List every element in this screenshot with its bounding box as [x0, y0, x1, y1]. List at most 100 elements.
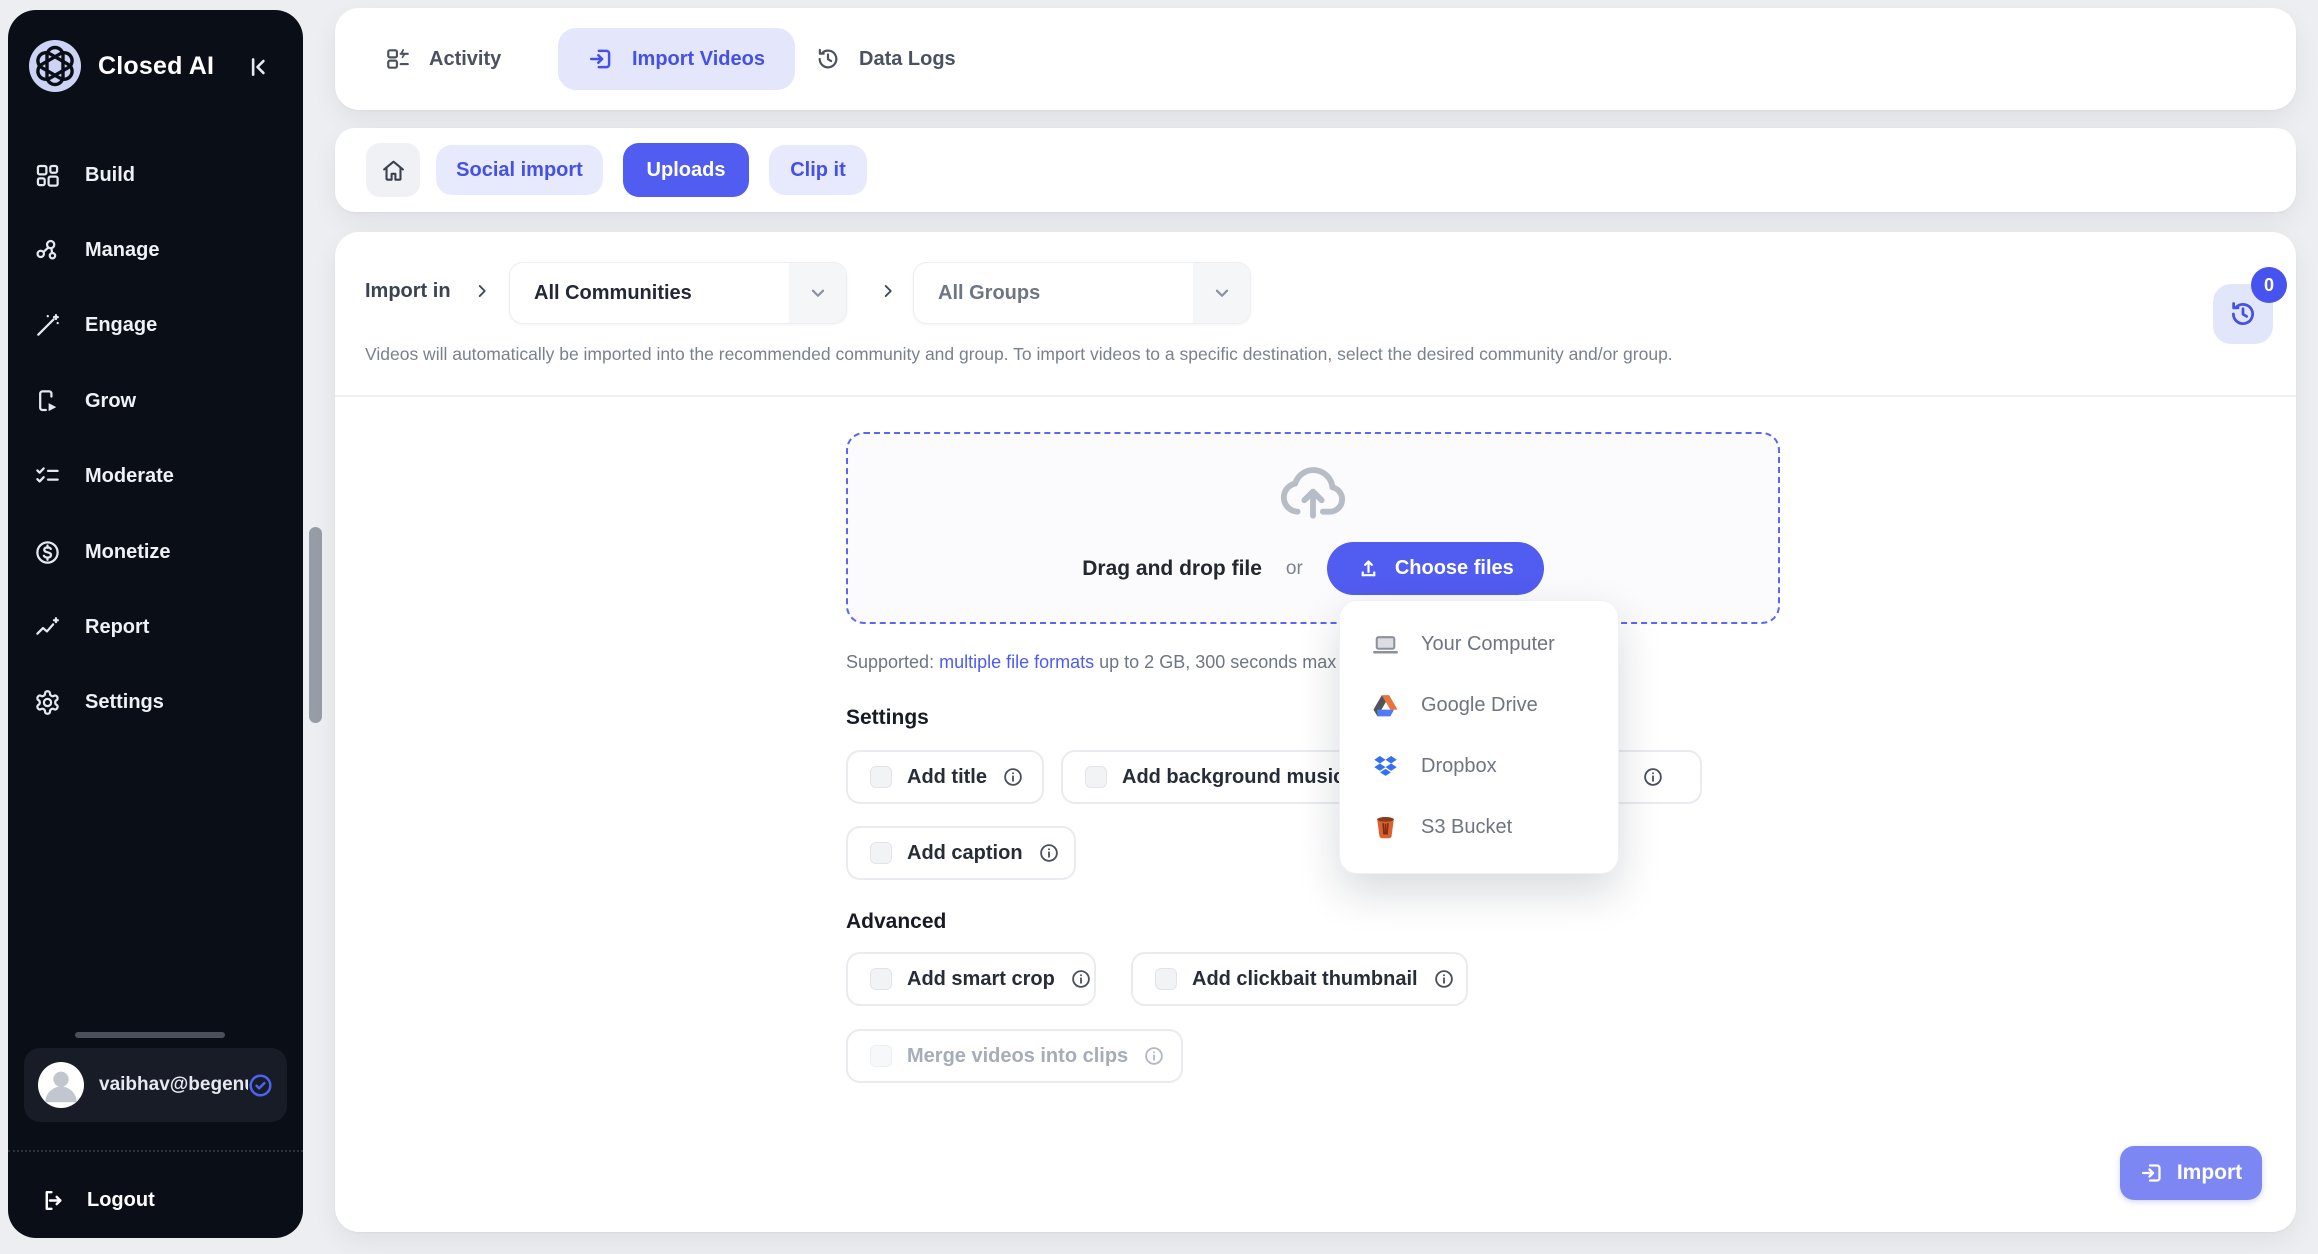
- chevron-down-icon: [789, 263, 846, 323]
- info-icon[interactable]: [1143, 1045, 1165, 1067]
- sidebar-item-moderate[interactable]: Moderate: [34, 454, 274, 498]
- gear-icon: [34, 689, 61, 716]
- sidebar-divider: [8, 1150, 303, 1152]
- chevron-down-icon: [1193, 263, 1250, 323]
- community-select[interactable]: All Communities: [509, 262, 847, 324]
- chevron-right-icon: [471, 280, 493, 302]
- source-s3-bucket[interactable]: S3 Bucket: [1340, 797, 1618, 858]
- sidebar-item-manage[interactable]: Manage: [34, 228, 274, 272]
- subnav-social-import-button[interactable]: Social import: [436, 145, 603, 195]
- checkbox[interactable]: [1085, 766, 1107, 788]
- settings-heading: Settings: [846, 706, 929, 730]
- file-dropzone[interactable]: Drag and drop file or Choose files: [846, 432, 1780, 624]
- main-panel: Import in All Communities All Groups 0 V…: [335, 232, 2296, 1232]
- sidebar: Closed AI Build Manage Engage Grow Moder…: [8, 10, 303, 1238]
- tab-label: Data Logs: [859, 48, 956, 71]
- verified-badge-icon: [248, 1073, 273, 1098]
- tab-import-videos[interactable]: Import Videos: [558, 28, 795, 90]
- file-source-menu: Your Computer Google Drive Dropbox S3 Bu…: [1339, 600, 1619, 874]
- nodes-icon: [34, 237, 61, 264]
- import-icon: [588, 46, 614, 72]
- sub-nav-bar: Social import Uploads Clip it: [335, 128, 2296, 212]
- option-label: Add background music: [1122, 766, 1344, 789]
- checkbox[interactable]: [870, 766, 892, 788]
- option-add-clickbait-thumbnail[interactable]: Add clickbait thumbnail: [1131, 952, 1468, 1006]
- supported-formats-link[interactable]: multiple file formats: [939, 652, 1094, 672]
- checkbox[interactable]: [1155, 968, 1177, 990]
- sidebar-item-label: Grow: [85, 390, 136, 413]
- user-email: vaibhav@begenu...: [99, 1074, 248, 1096]
- sidebar-item-label: Moderate: [85, 465, 174, 488]
- dropbox-icon: [1372, 753, 1399, 780]
- option-label: Merge videos into clips: [907, 1045, 1128, 1068]
- cloud-upload-icon: [1276, 454, 1350, 528]
- import-note: Videos will automatically be imported in…: [365, 344, 1673, 365]
- option-label: Add caption: [907, 842, 1023, 865]
- subnav-clip-it-button[interactable]: Clip it: [769, 145, 867, 195]
- sidebar-item-settings[interactable]: Settings: [34, 680, 274, 724]
- choose-files-button[interactable]: Choose files: [1327, 542, 1544, 595]
- sidebar-item-label: Build: [85, 164, 135, 187]
- option-add-title[interactable]: Add title: [846, 750, 1044, 804]
- dropzone-action-row: Drag and drop file or Choose files: [848, 542, 1778, 595]
- source-label: Dropbox: [1421, 755, 1497, 778]
- tab-data-logs[interactable]: Data Logs: [815, 28, 956, 90]
- sidebar-item-grow[interactable]: Grow: [34, 379, 274, 423]
- checkbox[interactable]: [870, 842, 892, 864]
- sidebar-scrollbar-thumb[interactable]: [309, 527, 322, 723]
- tab-label: Activity: [429, 48, 501, 71]
- import-submit-button[interactable]: Import: [2120, 1146, 2262, 1200]
- sidebar-item-monetize[interactable]: Monetize: [34, 530, 274, 574]
- logout-button[interactable]: Logout: [40, 1178, 260, 1222]
- sidebar-item-label: Settings: [85, 691, 164, 714]
- upload-icon: [1357, 557, 1380, 580]
- dollar-circle-icon: [34, 539, 61, 566]
- group-select[interactable]: All Groups: [913, 262, 1251, 324]
- brand-name: Closed AI: [98, 52, 214, 81]
- option-label: Add clickbait thumbnail: [1192, 968, 1418, 991]
- checkbox[interactable]: [870, 968, 892, 990]
- sidebar-drag-handle: [75, 1032, 225, 1038]
- history-clock-icon: [815, 46, 841, 72]
- avatar: [38, 1062, 84, 1108]
- info-icon[interactable]: [1642, 766, 1664, 788]
- sidebar-item-label: Manage: [85, 239, 159, 262]
- option-add-caption[interactable]: Add caption: [846, 826, 1076, 880]
- wand-icon: [34, 312, 61, 339]
- sidebar-item-report[interactable]: Report: [34, 605, 274, 649]
- source-label: S3 Bucket: [1421, 816, 1512, 839]
- option-label: Add title: [907, 766, 987, 789]
- info-icon[interactable]: [1002, 766, 1024, 788]
- home-button[interactable]: [366, 143, 420, 197]
- chart-sparkle-icon: [34, 614, 61, 641]
- user-account-chip[interactable]: vaibhav@begenu...: [24, 1048, 287, 1122]
- info-icon[interactable]: [1433, 968, 1455, 990]
- dropzone-or-label: or: [1286, 558, 1303, 580]
- supported-formats-text: Supported: multiple file formats up to 2…: [846, 652, 1336, 673]
- sidebar-item-label: Monetize: [85, 541, 171, 564]
- option-add-smart-crop[interactable]: Add smart crop: [846, 952, 1096, 1006]
- source-google-drive[interactable]: Google Drive: [1340, 675, 1618, 736]
- sidebar-collapse-button[interactable]: [245, 52, 281, 82]
- info-icon[interactable]: [1070, 968, 1092, 990]
- info-icon[interactable]: [1038, 842, 1060, 864]
- google-drive-icon: [1372, 692, 1399, 719]
- checklist-icon: [34, 463, 61, 490]
- group-select-value: All Groups: [914, 282, 1040, 305]
- subnav-uploads-button[interactable]: Uploads: [623, 143, 749, 197]
- tab-activity[interactable]: Activity: [385, 28, 501, 90]
- top-tab-bar: Activity Import Videos Data Logs: [335, 8, 2296, 110]
- source-label: Your Computer: [1421, 633, 1555, 656]
- logout-icon: [40, 1188, 65, 1213]
- sidebar-item-engage[interactable]: Engage: [34, 303, 274, 347]
- choose-files-label: Choose files: [1395, 557, 1514, 580]
- sidebar-item-build[interactable]: Build: [34, 153, 274, 197]
- import-icon: [2140, 1161, 2164, 1185]
- logout-label: Logout: [87, 1189, 155, 1212]
- closed-ai-logo-icon: [28, 39, 82, 93]
- device-play-icon: [34, 388, 61, 415]
- tab-label: Import Videos: [632, 48, 765, 71]
- source-your-computer[interactable]: Your Computer: [1340, 614, 1618, 675]
- source-dropbox[interactable]: Dropbox: [1340, 736, 1618, 797]
- option-label: Add smart crop: [907, 968, 1055, 991]
